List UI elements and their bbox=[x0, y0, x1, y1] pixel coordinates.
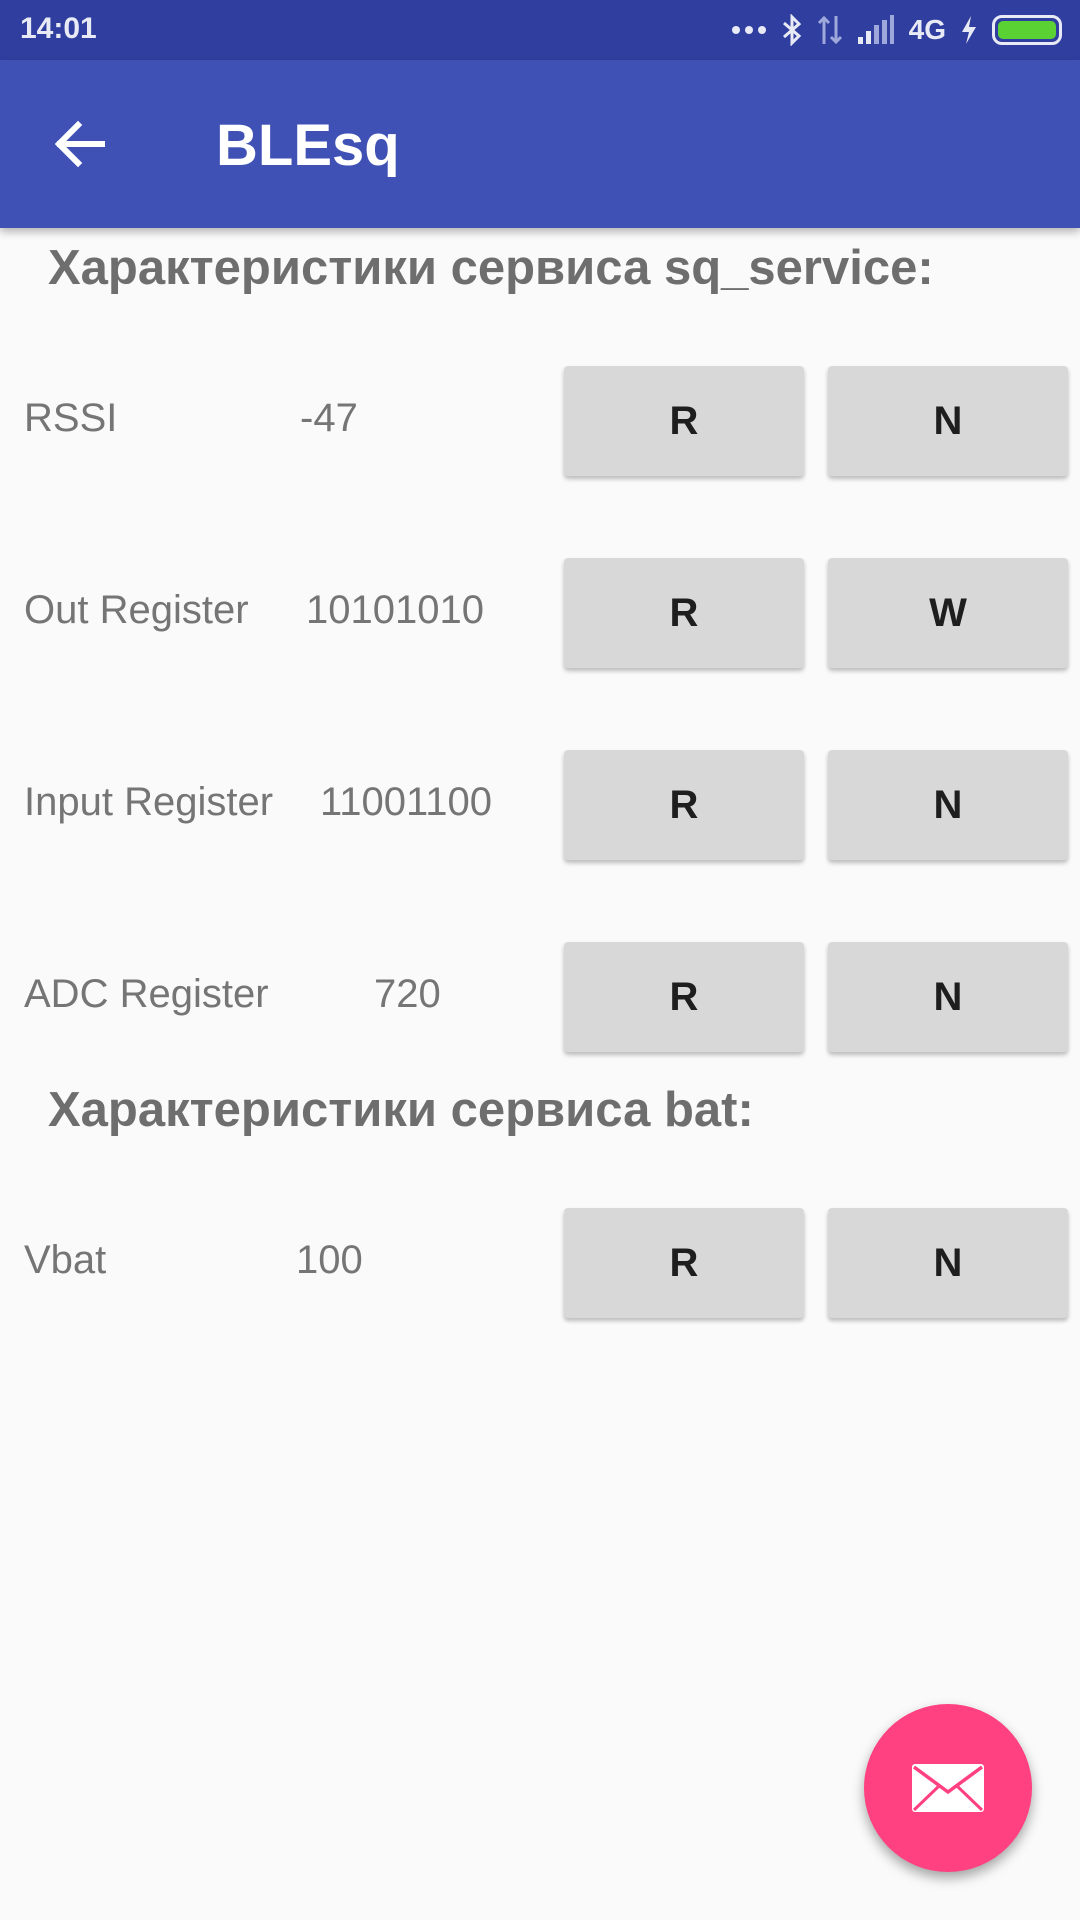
send-fab-button[interactable] bbox=[864, 1704, 1032, 1872]
more-icon bbox=[731, 26, 766, 34]
section-title-bat: Характеристики сервиса bat: bbox=[48, 1083, 754, 1137]
characteristic-label: Out Register bbox=[24, 588, 249, 632]
characteristic-row-input-register: Input Register 11001100 R N bbox=[0, 750, 1080, 860]
back-button[interactable] bbox=[50, 114, 110, 174]
characteristic-value: -47 bbox=[300, 396, 358, 440]
notify-button[interactable]: N bbox=[828, 750, 1068, 860]
write-button[interactable]: W bbox=[828, 558, 1068, 668]
characteristic-value: 11001100 bbox=[320, 780, 493, 824]
data-transfer-icon bbox=[817, 15, 842, 45]
characteristic-value: 100 bbox=[296, 1238, 363, 1282]
signal-icon bbox=[857, 15, 894, 44]
notify-button[interactable]: N bbox=[828, 942, 1068, 1052]
battery-icon bbox=[992, 15, 1062, 45]
arrow-back-icon bbox=[54, 120, 105, 168]
section-title-sq-service: Характеристики сервиса sq_service: bbox=[48, 241, 934, 295]
read-button[interactable]: R bbox=[564, 558, 804, 668]
read-button[interactable]: R bbox=[564, 750, 804, 860]
bluetooth-icon bbox=[782, 14, 801, 46]
network-type-label: 4G bbox=[908, 14, 946, 45]
read-button[interactable]: R bbox=[564, 1208, 804, 1318]
characteristic-value: 10101010 bbox=[306, 588, 484, 632]
status-icons: 4G bbox=[731, 10, 1062, 50]
status-time: 14:01 bbox=[20, 12, 97, 45]
app-title: BLEsq bbox=[216, 113, 400, 178]
characteristic-row-vbat: Vbat 100 R N bbox=[0, 1208, 1080, 1318]
characteristic-row-rssi: RSSI -47 R N bbox=[0, 366, 1080, 476]
mail-icon bbox=[912, 1764, 984, 1812]
characteristic-row-out-register: Out Register 10101010 R W bbox=[0, 558, 1080, 668]
app-bar: BLEsq bbox=[0, 60, 1080, 228]
status-bar: 14:01 4G bbox=[0, 0, 1080, 60]
characteristic-value: 720 bbox=[374, 972, 441, 1016]
read-button[interactable]: R bbox=[564, 942, 804, 1052]
characteristic-label: Input Register bbox=[24, 780, 274, 824]
read-button[interactable]: R bbox=[564, 366, 804, 476]
characteristic-label: Vbat bbox=[24, 1238, 107, 1282]
notify-button[interactable]: N bbox=[828, 366, 1068, 476]
characteristic-row-adc-register: ADC Register 720 R N bbox=[0, 942, 1080, 1052]
characteristic-label: ADC Register bbox=[24, 972, 269, 1016]
notify-button[interactable]: N bbox=[828, 1208, 1068, 1318]
charging-icon bbox=[962, 16, 976, 44]
characteristic-label: RSSI bbox=[24, 396, 118, 440]
